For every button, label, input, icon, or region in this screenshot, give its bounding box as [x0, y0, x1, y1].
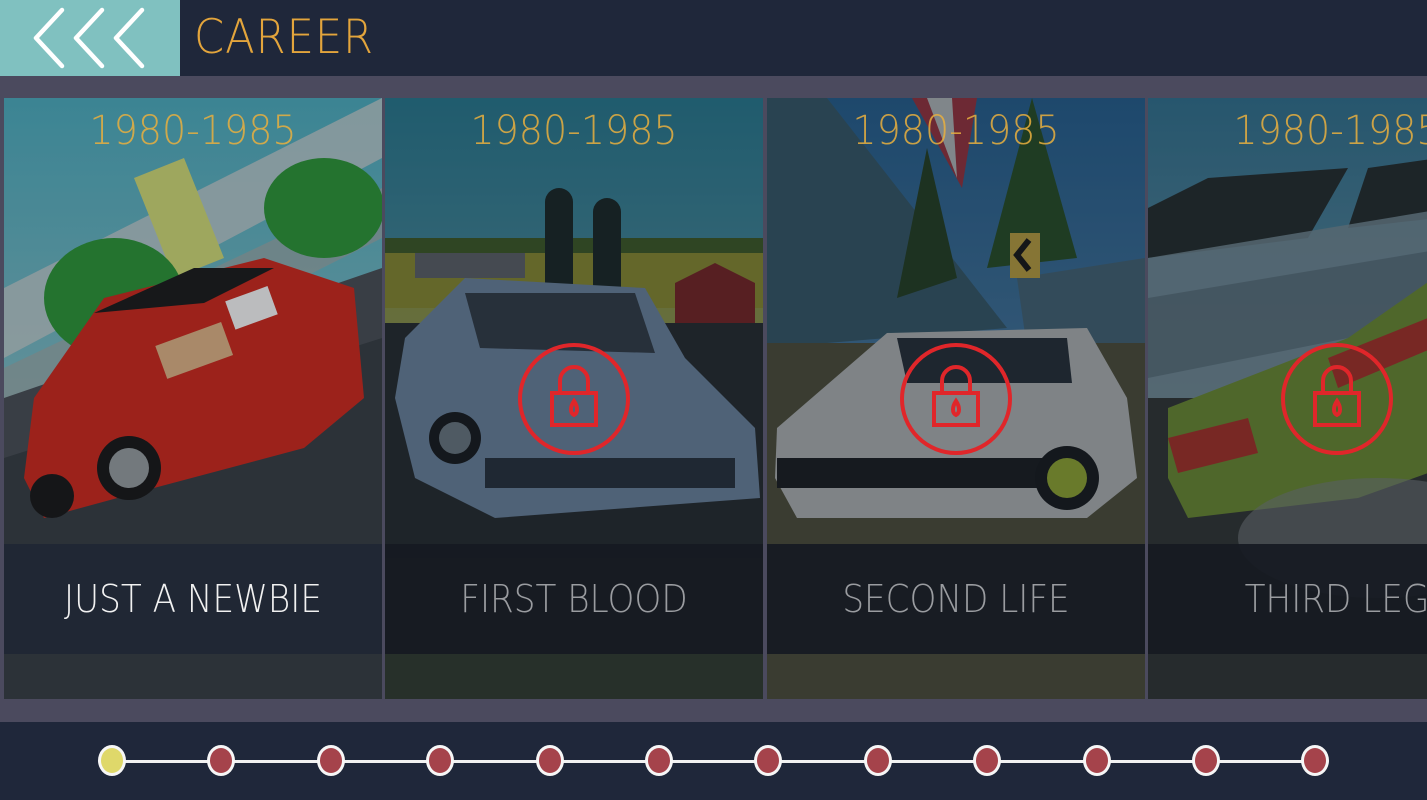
card-name-band: THIRD LEG — [1148, 544, 1427, 654]
card-years: 1980-1985 — [470, 108, 678, 154]
career-card[interactable]: 1980-1985 SECOND LIFE — [767, 98, 1145, 699]
card-name: SECOND LIFE — [842, 577, 1070, 621]
page-dot[interactable] — [645, 745, 673, 776]
lock-icon — [518, 343, 630, 455]
page-dot[interactable] — [864, 745, 892, 776]
page-dot[interactable] — [973, 745, 1001, 776]
lock-icon — [1281, 343, 1393, 455]
card-years: 1980-1985 — [852, 108, 1060, 154]
lock-icon — [900, 343, 1012, 455]
card-years: 1980-1985 — [89, 108, 297, 154]
page-dot[interactable] — [207, 745, 235, 776]
page-title: CAREER — [194, 10, 375, 65]
career-card[interactable]: 1980-1985 THIRD LEG — [1148, 98, 1427, 699]
page-dot[interactable] — [536, 745, 564, 776]
page-dot[interactable] — [317, 745, 345, 776]
page-dot[interactable] — [426, 745, 454, 776]
card-name: THIRD LEG — [1244, 577, 1427, 621]
card-name-band: FIRST BLOOD — [385, 544, 763, 654]
card-name: JUST A NEWBIE — [64, 577, 322, 621]
career-card-carousel[interactable]: 1980-1985 JUST A NEWBIE 1980-1985 FIRST … — [0, 98, 1427, 699]
career-card[interactable]: 1980-1985 JUST A NEWBIE — [4, 98, 382, 699]
page-indicator-bar — [0, 722, 1427, 800]
page-dot-current[interactable] — [98, 745, 126, 776]
card-name-band: SECOND LIFE — [767, 544, 1145, 654]
back-button[interactable] — [0, 0, 180, 76]
page-dot[interactable] — [1083, 745, 1111, 776]
page-indicator-track — [112, 760, 1316, 763]
page-dot[interactable] — [1192, 745, 1220, 776]
header-bar: CAREER — [0, 0, 1427, 76]
card-name-band: JUST A NEWBIE — [4, 544, 382, 654]
page-dot[interactable] — [754, 745, 782, 776]
card-years: 1980-1985 — [1233, 108, 1427, 154]
career-card[interactable]: 1980-1985 FIRST BLOOD — [385, 98, 763, 699]
triple-chevron-left-icon — [33, 7, 145, 69]
card-name: FIRST BLOOD — [460, 577, 688, 621]
page-dot[interactable] — [1301, 745, 1329, 776]
